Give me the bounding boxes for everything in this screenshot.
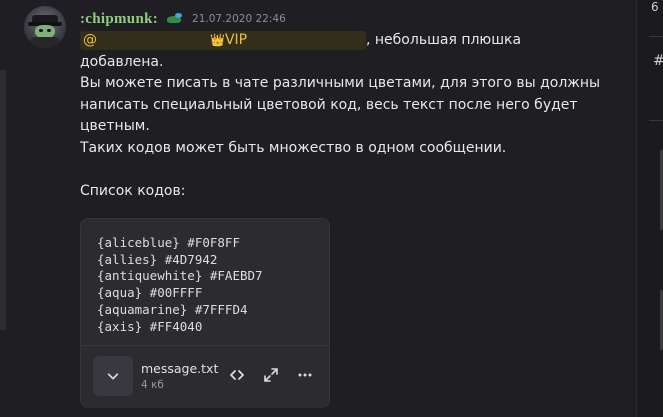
sidebar-count: 6: [651, 0, 659, 14]
mention-role: 👑VIP: [210, 31, 247, 50]
more-icon: [298, 373, 312, 377]
code-line: {aliceblue} #F0F8FF: [97, 235, 240, 250]
expand-preview-button[interactable]: [93, 356, 133, 396]
file-bar: message.txt 4 кб: [81, 345, 329, 408]
chat-main: :chipmunk: 21.07.2020 22:46 @ 👑VIP , небол…: [0, 0, 636, 417]
message-line-1: , небольшая плюшка: [366, 32, 522, 48]
message-line-5: цветным.: [80, 118, 150, 134]
username[interactable]: :chipmunk:: [80, 11, 158, 28]
chevron-down-icon: [107, 373, 119, 380]
message-line-4: написать специальный цветовой код, весь …: [80, 96, 578, 113]
code-line: {allies} #4D7942: [97, 251, 218, 267]
sidebar-channel-hash[interactable]: #: [653, 53, 663, 69]
message-header: :chipmunk: 21.07.2020 22:46: [80, 9, 286, 29]
code-preview: {aliceblue} #F0F8FF {allies} #4D7942 {anti…: [97, 235, 263, 335]
divider: [649, 120, 663, 121]
code-line: {aquamarine} #7FFFD4: [97, 301, 248, 317]
mention-vip: VIP: [224, 31, 248, 48]
user-mention[interactable]: @ 👑VIP: [80, 30, 366, 50]
user-avatar[interactable]: [24, 6, 66, 48]
message-line-2: добавлена.: [80, 53, 164, 70]
scroll-strip[interactable]: [0, 70, 6, 330]
message-timestamp[interactable]: 21.07.2020 22:46: [192, 13, 286, 25]
view-code-button[interactable]: [228, 366, 246, 384]
message-body: @ 👑VIP , небольшая плюшка добавлена. Вы мо…: [80, 30, 601, 202]
file-attachment-card: {aliceblue} #F0F8FF {allies} #4D7942 {anti…: [80, 218, 330, 408]
message-line-3: Вы можете писать в чате различными цвета…: [80, 75, 601, 91]
file-size: 4 кб: [141, 379, 164, 391]
open-full-button[interactable]: [262, 366, 280, 384]
code-line: {aqua} #00FFFF: [97, 285, 203, 301]
member-sidebar: 6 #: [636, 0, 663, 417]
code-line: {axis} #FF4040: [97, 318, 203, 334]
file-name[interactable]: message.txt: [141, 361, 218, 376]
mention-prefix: @: [83, 31, 97, 48]
message-line-6: Таких кодов может быть множество в одном…: [80, 139, 507, 156]
code-line: {antiquewhite} #FAEBD7: [97, 268, 263, 284]
divider: [649, 36, 663, 37]
message-line-7: Список кодов:: [80, 182, 186, 199]
more-options-button[interactable]: [296, 366, 314, 384]
frog-emoji-icon: [166, 13, 184, 25]
code-icon: [230, 370, 244, 380]
expand-icon: [264, 368, 278, 382]
crown-icon: 👑: [210, 32, 225, 47]
